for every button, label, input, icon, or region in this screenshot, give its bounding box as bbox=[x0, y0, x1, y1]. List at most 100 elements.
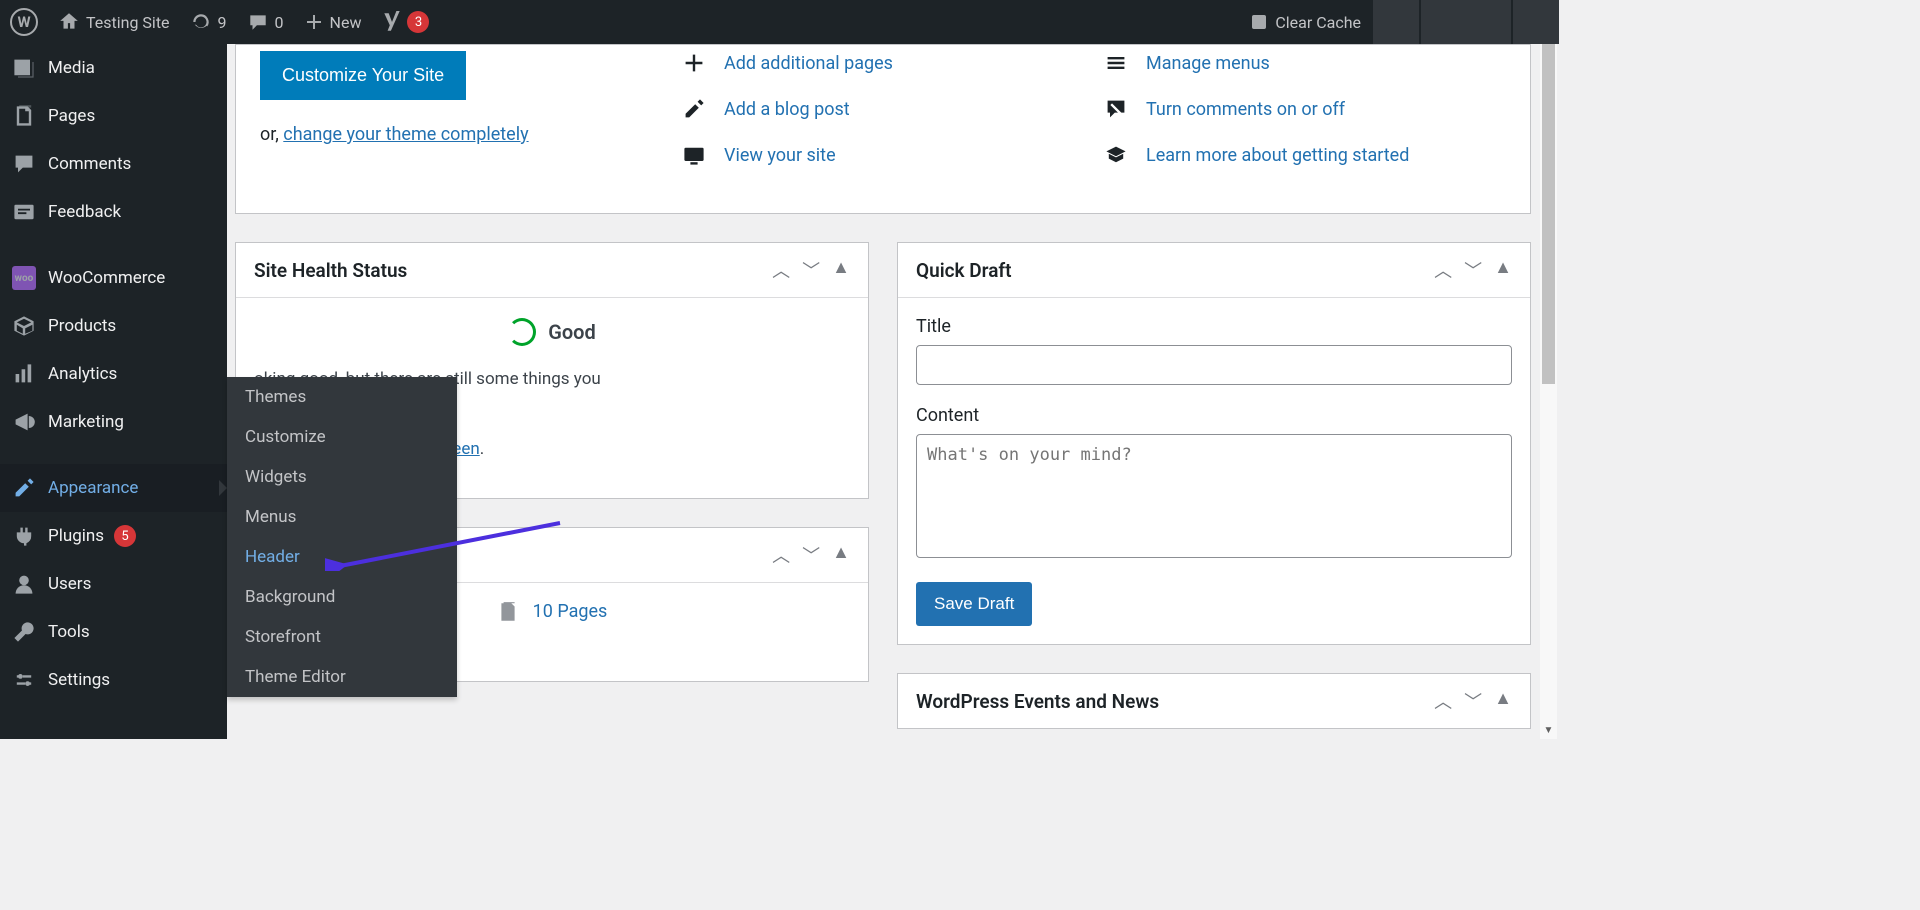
add-blog-post-link[interactable]: Add a blog post bbox=[682, 97, 1084, 121]
sidebar-comments[interactable]: Comments bbox=[0, 140, 227, 188]
sidebar-label: Tools bbox=[48, 622, 90, 642]
analytics-icon bbox=[12, 362, 36, 386]
chevron-down-icon[interactable]: ﹀ bbox=[802, 542, 820, 568]
add-pages-link[interactable]: Add additional pages bbox=[682, 51, 1084, 75]
site-name-label: Testing Site bbox=[86, 13, 170, 32]
chevron-up-icon[interactable]: ︿ bbox=[772, 257, 790, 283]
admin-bar-box-2[interactable] bbox=[1421, 0, 1511, 44]
sidebar-woocommerce[interactable]: woo WooCommerce bbox=[0, 254, 227, 302]
triangle-up-icon[interactable]: ▲ bbox=[1494, 257, 1512, 283]
plugins-icon bbox=[12, 524, 36, 548]
site-health-title: Site Health Status bbox=[254, 259, 772, 282]
yoast[interactable]: 3 bbox=[371, 0, 439, 44]
view-site-link[interactable]: View your site bbox=[682, 143, 1084, 167]
plugins-badge: 5 bbox=[114, 525, 136, 547]
chevron-up-icon[interactable]: ︿ bbox=[1434, 257, 1452, 283]
sidebar-plugins[interactable]: Plugins 5 bbox=[0, 512, 227, 560]
customize-site-button[interactable]: Customize Your Site bbox=[260, 51, 466, 100]
new-content[interactable]: New bbox=[294, 0, 372, 44]
sidebar-feedback[interactable]: Feedback bbox=[0, 188, 227, 236]
triangle-up-icon[interactable]: ▲ bbox=[832, 257, 850, 283]
sidebar-users[interactable]: Users bbox=[0, 560, 227, 608]
pages-icon bbox=[12, 104, 36, 128]
sidebar-label: Appearance bbox=[48, 478, 138, 498]
admin-sidebar: Media Pages Comments Feedback woo WooCom… bbox=[0, 44, 227, 739]
appearance-flyout: Themes Customize Widgets Menus Header Ba… bbox=[227, 377, 457, 697]
sidebar-label: Products bbox=[48, 316, 116, 336]
draft-title-input[interactable] bbox=[916, 345, 1512, 385]
flyout-customize[interactable]: Customize bbox=[227, 417, 457, 457]
chevron-down-icon[interactable]: ﹀ bbox=[802, 257, 820, 283]
sidebar-label: Plugins bbox=[48, 526, 104, 546]
flyout-header[interactable]: Header bbox=[227, 537, 457, 577]
wp-logo[interactable]: W bbox=[0, 0, 48, 44]
products-icon bbox=[12, 314, 36, 338]
clear-cache[interactable]: Clear Cache bbox=[1239, 0, 1371, 44]
media-icon bbox=[12, 56, 36, 80]
sidebar-tools[interactable]: Tools bbox=[0, 608, 227, 656]
sidebar-products[interactable]: Products bbox=[0, 302, 227, 350]
admin-bar: W Testing Site 9 0 New 3 Clear Cache bbox=[0, 0, 1559, 44]
sidebar-label: Comments bbox=[48, 154, 131, 174]
flyout-theme-editor[interactable]: Theme Editor bbox=[227, 657, 457, 697]
appearance-icon bbox=[12, 476, 36, 500]
plus-icon bbox=[304, 12, 324, 32]
change-theme-link[interactable]: change your theme completely bbox=[283, 124, 528, 145]
sidebar-pages[interactable]: Pages bbox=[0, 92, 227, 140]
home-icon bbox=[58, 11, 80, 33]
cache-icon bbox=[1249, 12, 1269, 32]
updates[interactable]: 9 bbox=[180, 0, 237, 44]
learn-more-link[interactable]: Learn more about getting started bbox=[1104, 143, 1506, 167]
flyout-background[interactable]: Background bbox=[227, 577, 457, 617]
comments-toggle-link[interactable]: Turn comments on or off bbox=[1104, 97, 1506, 121]
save-draft-button[interactable]: Save Draft bbox=[916, 582, 1032, 626]
flyout-themes[interactable]: Themes bbox=[227, 377, 457, 417]
tools-icon bbox=[12, 620, 36, 644]
learn-icon bbox=[1104, 143, 1128, 167]
pages-count-link[interactable]: 10 Pages bbox=[533, 601, 608, 622]
comments[interactable]: 0 bbox=[237, 0, 294, 44]
sidebar-label: Users bbox=[48, 574, 91, 594]
draft-title-label: Title bbox=[916, 316, 1512, 337]
view-icon bbox=[682, 143, 706, 167]
users-icon bbox=[12, 572, 36, 596]
chevron-up-icon[interactable]: ︿ bbox=[1434, 688, 1452, 714]
sidebar-analytics[interactable]: Analytics bbox=[0, 350, 227, 398]
settings-icon bbox=[12, 668, 36, 692]
chevron-down-icon[interactable]: ﹀ bbox=[1464, 688, 1482, 714]
woo-icon: woo bbox=[12, 266, 36, 290]
comment-off-icon bbox=[1104, 97, 1128, 121]
flyout-menus[interactable]: Menus bbox=[227, 497, 457, 537]
sidebar-marketing[interactable]: Marketing bbox=[0, 398, 227, 446]
admin-bar-box-3[interactable] bbox=[1513, 0, 1559, 44]
sidebar-label: Pages bbox=[48, 106, 95, 126]
menu-icon bbox=[1104, 51, 1128, 75]
scroll-thumb[interactable] bbox=[1542, 44, 1555, 384]
quick-draft-box: Quick Draft ︿ ﹀ ▲ Title Content Save Dra… bbox=[897, 242, 1531, 645]
sidebar-settings[interactable]: Settings bbox=[0, 656, 227, 704]
sidebar-appearance[interactable]: Appearance bbox=[0, 464, 227, 512]
sidebar-label: Settings bbox=[48, 670, 110, 690]
sidebar-label: WooCommerce bbox=[48, 268, 165, 288]
chevron-up-icon[interactable]: ︿ bbox=[772, 542, 790, 568]
flyout-widgets[interactable]: Widgets bbox=[227, 457, 457, 497]
comments-count: 0 bbox=[275, 13, 284, 32]
sidebar-media[interactable]: Media bbox=[0, 44, 227, 92]
draft-content-textarea[interactable] bbox=[916, 434, 1512, 558]
feedback-icon bbox=[12, 200, 36, 224]
admin-bar-box-1[interactable] bbox=[1373, 0, 1419, 44]
triangle-up-icon[interactable]: ▲ bbox=[1494, 688, 1512, 714]
site-name[interactable]: Testing Site bbox=[48, 0, 180, 44]
scrollbar[interactable]: ▲ ▼ bbox=[1540, 44, 1557, 739]
quick-draft-title: Quick Draft bbox=[916, 259, 1434, 282]
sidebar-label: Media bbox=[48, 58, 95, 78]
manage-menus-link[interactable]: Manage menus bbox=[1104, 51, 1506, 75]
change-theme-line: or, change your theme completely bbox=[260, 124, 662, 145]
scroll-down-icon[interactable]: ▼ bbox=[1540, 722, 1557, 739]
triangle-up-icon[interactable]: ▲ bbox=[832, 542, 850, 568]
plus-icon bbox=[682, 51, 706, 75]
sidebar-label: Feedback bbox=[48, 202, 121, 222]
chevron-down-icon[interactable]: ﹀ bbox=[1464, 257, 1482, 283]
comment-icon bbox=[247, 11, 269, 33]
flyout-storefront[interactable]: Storefront bbox=[227, 617, 457, 657]
